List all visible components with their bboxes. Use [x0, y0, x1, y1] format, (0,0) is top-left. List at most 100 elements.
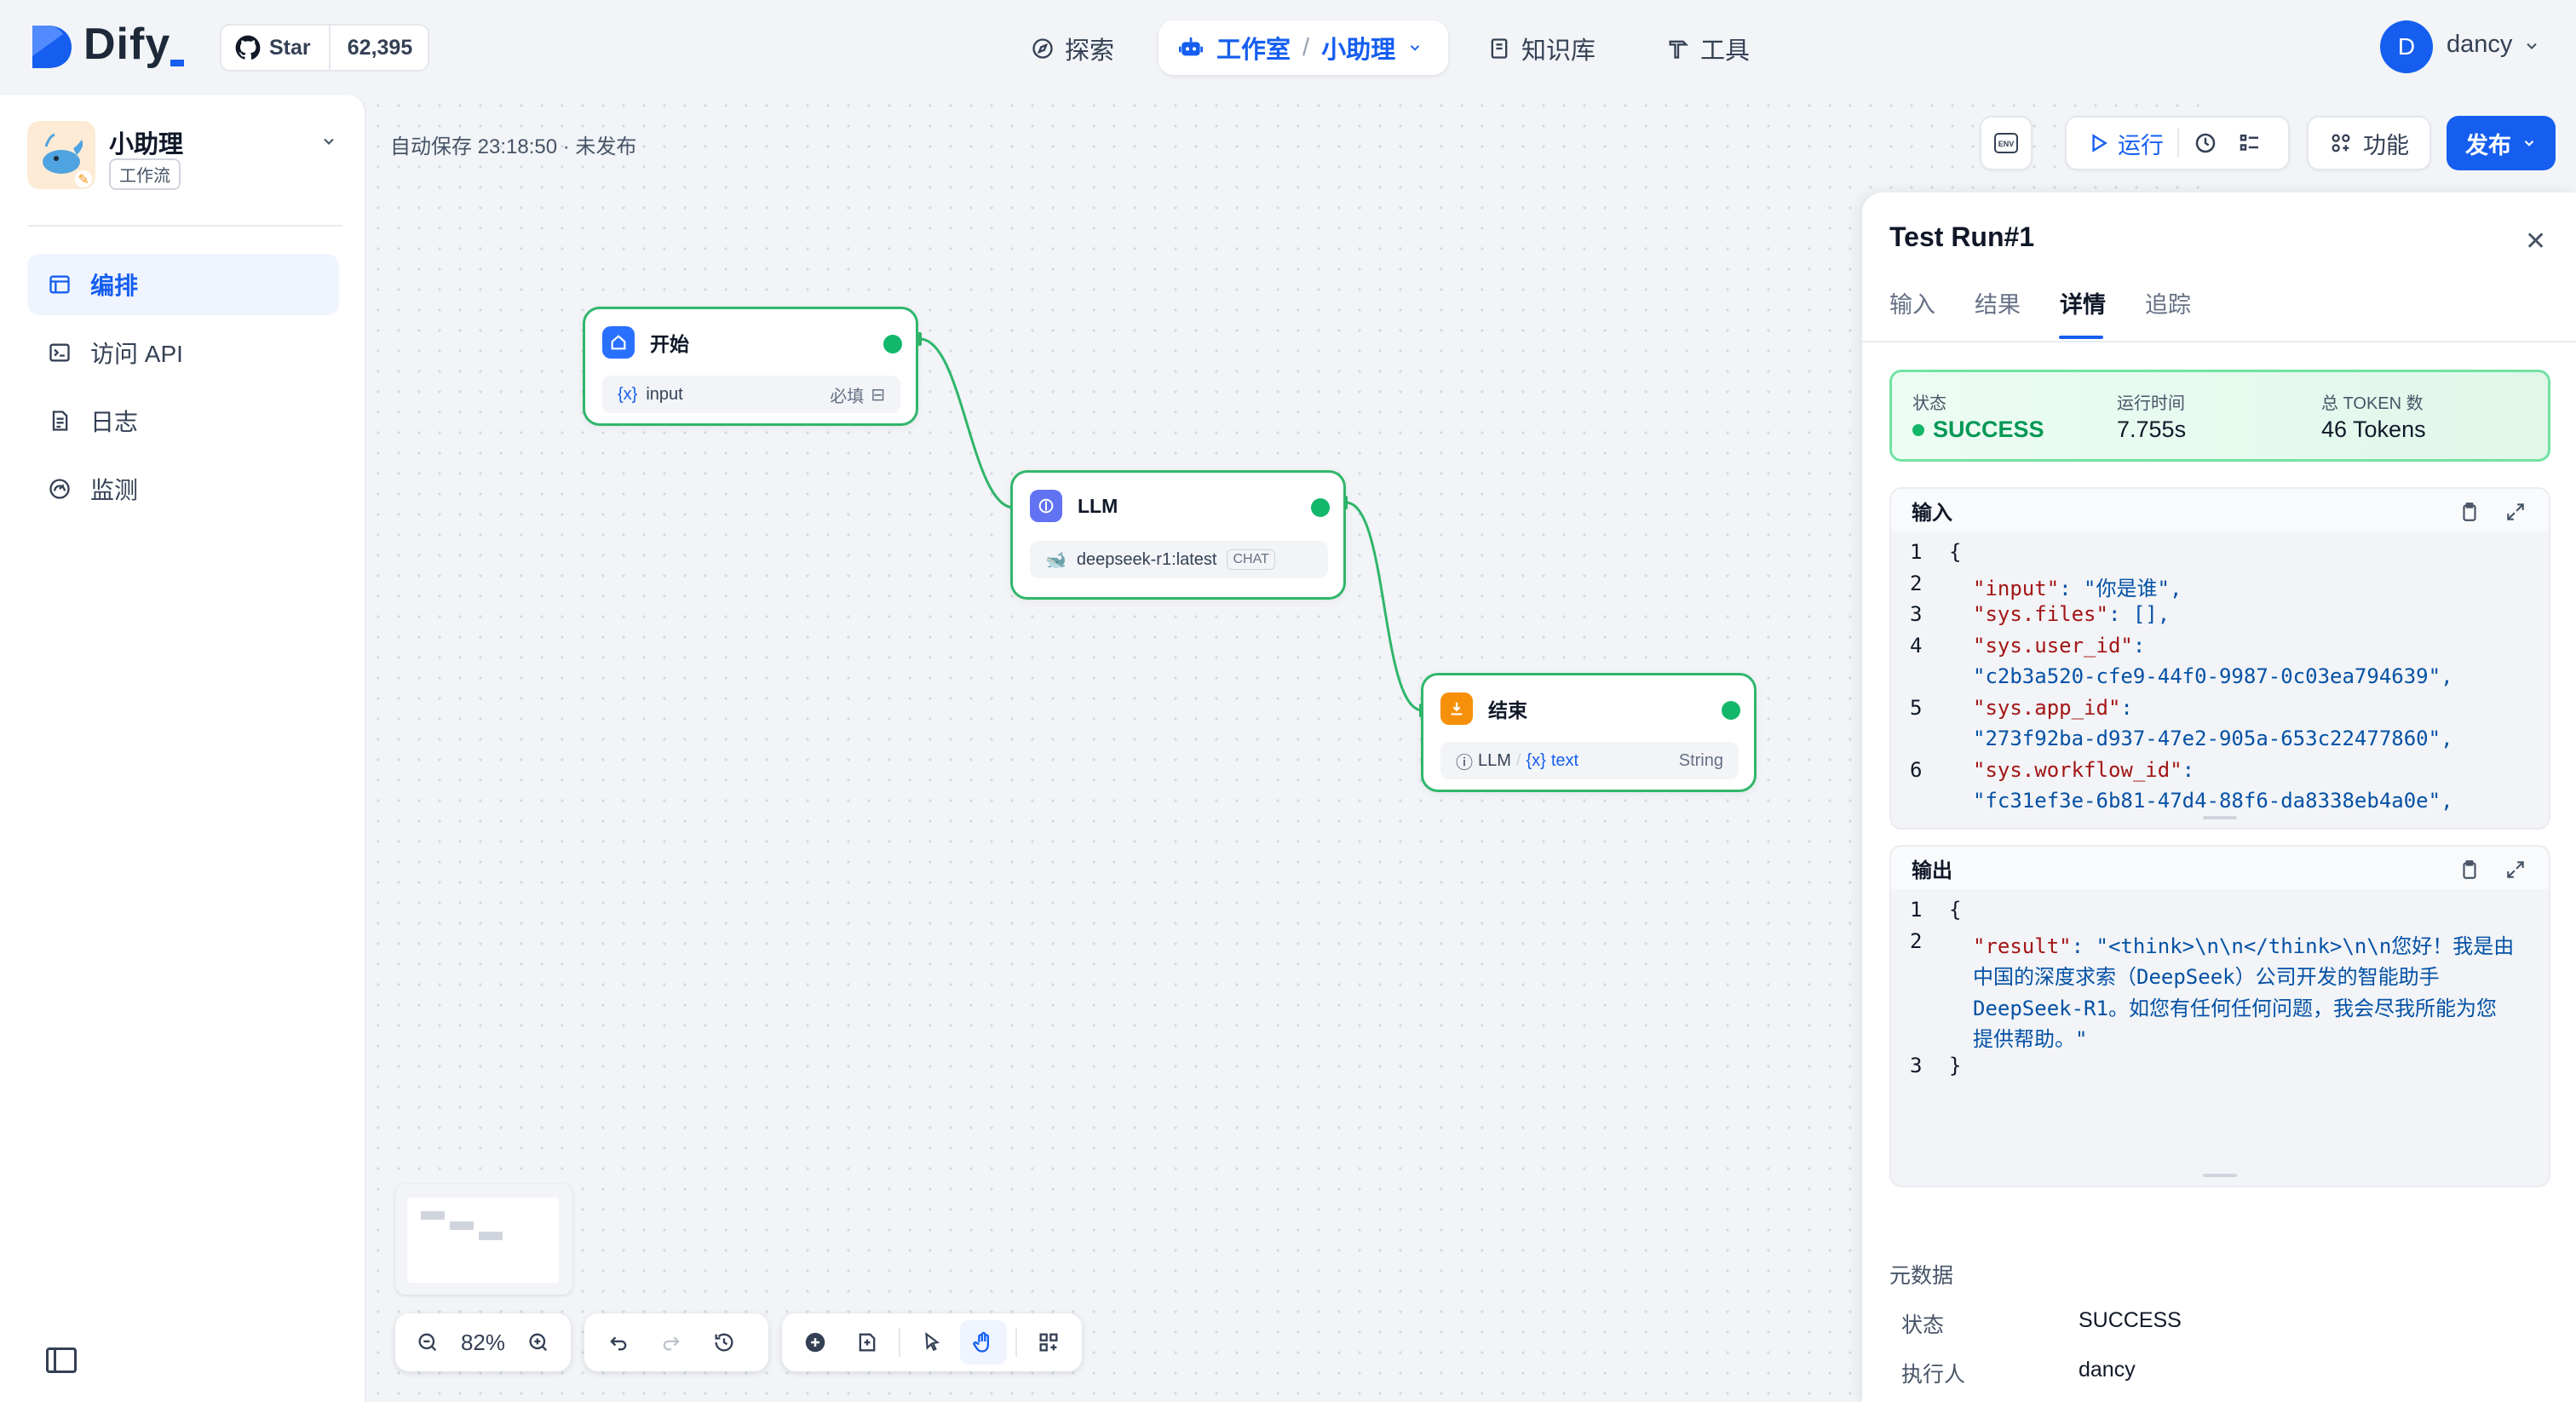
undo-icon[interactable]	[595, 1320, 642, 1365]
tab-detail[interactable]: 详情	[2060, 286, 2106, 319]
add-note-icon[interactable]	[843, 1320, 889, 1365]
json-key: "sys.user_id"	[1973, 633, 2133, 658]
code-line: DeepSeek-R1。如您有任何任何问题，我会尽我所能为您	[1973, 996, 2497, 1020]
end-node[interactable]: 结束 ⓘ LLM / {x} text String	[1421, 673, 1757, 792]
test-run-panel: Test Run#1 ✕ 输入 结果 详情 追踪 状态 SUCCESS 运行时间…	[1862, 192, 2576, 1402]
json-key: "sys.app_id"	[1973, 695, 2121, 720]
canvas-tools-toolbar	[782, 1313, 1082, 1371]
input-code-block: 输入 1 {2 "input": "你是谁", 3 "sys.files": [], 4 "…	[1889, 487, 2550, 830]
code-line: "sys.app_id":	[1973, 696, 2133, 720]
zoom-in-icon[interactable]	[515, 1320, 561, 1365]
publish-button[interactable]: 发布	[2447, 116, 2556, 170]
edge-llm-end	[1345, 501, 1423, 712]
run-button[interactable]: 运行	[2087, 127, 2164, 160]
zoom-level[interactable]: 82%	[456, 1330, 510, 1356]
panel-title: Test Run#1	[1889, 221, 2035, 252]
tab-result[interactable]: 结果	[1975, 286, 2021, 319]
edge-start-llm	[919, 337, 1015, 509]
line-number: 6	[1910, 757, 1923, 782]
chevron-down-icon	[2521, 135, 2537, 151]
start-node[interactable]: 开始 {x} input 必填 ⊟	[583, 307, 918, 426]
resize-handle[interactable]	[2203, 816, 2237, 819]
code-line: 提供帮助。"	[1973, 1027, 2088, 1051]
features-icon	[2329, 131, 2353, 155]
code-line: "result": "<think>\n\n</think>\n\n您好！我是由	[1973, 929, 2514, 959]
tab-input[interactable]: 输入	[1889, 286, 1935, 319]
var-source: LLM	[1478, 750, 1511, 770]
variable-icon: {x}	[1526, 750, 1546, 770]
tab-trace[interactable]: 追踪	[2145, 286, 2191, 319]
status-dot-icon	[1912, 423, 1924, 436]
llm-small-icon: ⓘ	[1456, 753, 1473, 773]
output-code-block: 输出 1 {2 "result": "<think>\n\n</think>\n\n…	[1889, 845, 2550, 1187]
minimap-node	[421, 1211, 445, 1220]
user-menu-chevron-icon[interactable]	[2523, 37, 2540, 55]
code-line: "273f92ba-d937-47e2-905a-653c22477860",	[1973, 727, 2453, 750]
expand-icon[interactable]	[2504, 501, 2527, 523]
success-check-icon	[883, 335, 902, 353]
add-node-icon[interactable]	[792, 1320, 838, 1365]
organize-icon[interactable]	[1026, 1320, 1072, 1365]
json-value: :	[2120, 695, 2133, 720]
var-name: text	[1550, 750, 1579, 770]
copy-icon[interactable]	[2458, 501, 2481, 523]
minimap-node	[450, 1221, 474, 1230]
active-tab-indicator	[2059, 336, 2103, 339]
line-number: 4	[1910, 633, 1923, 658]
copy-icon[interactable]	[2458, 859, 2481, 881]
input-code-lines[interactable]: 1 {2 "input": "你是谁", 3 "sys.files": [], 4 "sys…	[1891, 531, 2549, 828]
history-toolbar	[584, 1313, 768, 1371]
hand-icon[interactable]	[960, 1320, 1007, 1365]
redo-icon[interactable]	[647, 1320, 695, 1365]
features-button[interactable]: 功能	[2307, 116, 2431, 170]
success-check-icon	[1311, 498, 1330, 517]
line-number: 2	[1910, 571, 1923, 595]
zoom-toolbar: 82%	[395, 1313, 571, 1371]
output-code-lines[interactable]: 1 {2 "result": "<think>\n\n</think>\n\n您好！…	[1891, 889, 2549, 1186]
env-icon: ENV	[1993, 130, 2019, 156]
env-button[interactable]: ENV	[1980, 116, 2033, 170]
play-icon	[2087, 132, 2109, 154]
node-title: 开始	[650, 333, 689, 355]
code-line: "fc31ef3e-6b81-47d4-88f6-da8338eb4a0e",	[1973, 789, 2453, 813]
variable-icon: {x}	[618, 384, 638, 404]
status-label: 状态	[1912, 394, 1946, 413]
json-value: :	[2132, 633, 2146, 658]
checklist-icon[interactable]	[2237, 130, 2263, 156]
code-line: "input": "你是谁",	[1973, 572, 2182, 601]
code-line: 中国的深度求索（DeepSeek）公司开发的智能助手	[1973, 965, 2440, 989]
input-block-title: 输入	[1912, 501, 1952, 525]
code-line: }	[1949, 1053, 1962, 1077]
close-icon[interactable]: ✕	[2525, 227, 2546, 256]
var-name: input	[646, 384, 683, 404]
line-number: 2	[1910, 928, 1923, 953]
expand-icon[interactable]	[2504, 859, 2527, 881]
line-number: 5	[1910, 695, 1923, 720]
run-history-icon[interactable]	[2193, 130, 2218, 156]
history-icon[interactable]	[700, 1320, 748, 1365]
start-input-var: {x} input 必填 ⊟	[602, 376, 900, 413]
avatar[interactable]: D	[2380, 20, 2433, 73]
end-output-var: ⓘ LLM / {x} text String	[1440, 742, 1739, 779]
minimap-node	[479, 1232, 503, 1240]
meta-executor-label: 执行人	[1901, 1363, 1966, 1387]
json-value: : "<think>\n\n</think>\n\n您好！我是由	[2071, 934, 2515, 958]
home-icon	[602, 326, 635, 359]
features-label: 功能	[2363, 132, 2409, 158]
code-line: "c2b3a520-cfe9-44f0-9987-0c03ea794639",	[1973, 664, 2453, 688]
code-line: "sys.workflow_id":	[1973, 758, 2194, 782]
user-name[interactable]: dancy	[2447, 31, 2512, 59]
svg-text:ENV: ENV	[1998, 140, 2015, 148]
json-key: "sys.files"	[1973, 602, 2108, 626]
token-value: 46 Tokens	[2321, 417, 2426, 442]
llm-node[interactable]: LLM 🐋 deepseek-r1:latest CHAT	[1010, 470, 1346, 600]
pointer-icon[interactable]	[909, 1320, 955, 1365]
json-key: "sys.workflow_id"	[1973, 757, 2182, 782]
zoom-out-icon[interactable]	[405, 1320, 451, 1365]
line-number: 1	[1910, 898, 1923, 922]
code-line: "sys.files": [],	[1973, 602, 2170, 626]
line-number: 3	[1910, 1053, 1923, 1077]
line-number: 3	[1910, 602, 1923, 626]
minimap[interactable]	[395, 1184, 572, 1295]
resize-handle[interactable]	[2203, 1174, 2237, 1177]
